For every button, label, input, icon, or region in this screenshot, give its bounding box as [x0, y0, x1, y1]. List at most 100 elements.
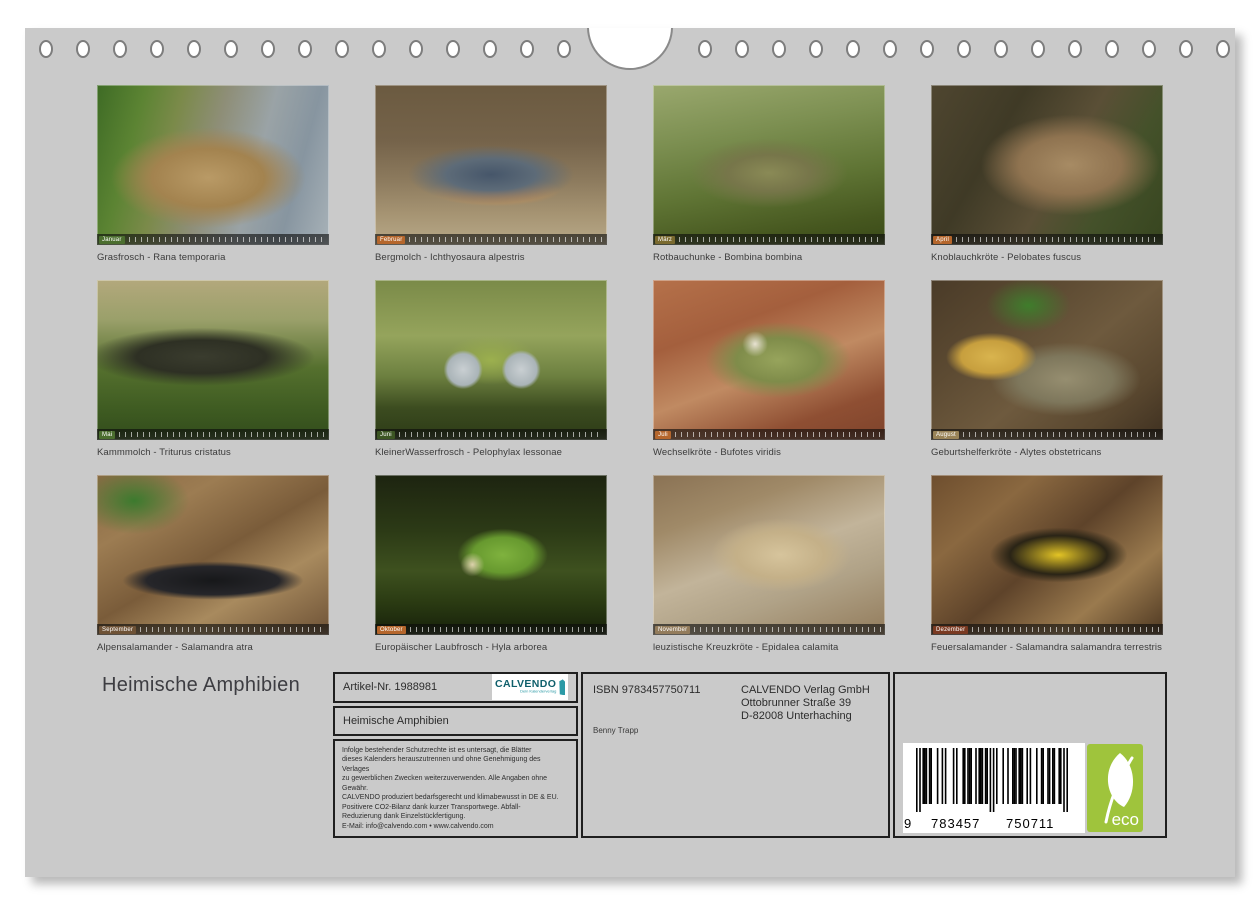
- calendar-month-thumbnail: März Rotbauchunke - Bombina bombina: [653, 85, 885, 264]
- calendar-title-box: Heimische Amphibien: [333, 706, 578, 736]
- calendar-month-thumbnail: August Geburtshelferkröte - Alytes obste…: [931, 280, 1163, 459]
- calvendo-calendar-icon: [559, 679, 565, 695]
- month-photo: Januar: [97, 85, 329, 245]
- month-label: Januar: [99, 236, 125, 244]
- binding-hole: [1068, 40, 1082, 58]
- binding-hole: [298, 40, 312, 58]
- eco-label: eco: [1112, 810, 1139, 829]
- date-ticks: [409, 237, 603, 242]
- date-ticks: [956, 237, 1159, 242]
- month-date-strip: April: [931, 234, 1163, 245]
- calendar-month-thumbnail: Februar Bergmolch - Ichthyosaura alpestr…: [375, 85, 607, 264]
- thumbnail-caption: Geburtshelferkröte - Alytes obstetricans: [931, 446, 1163, 459]
- date-ticks: [679, 237, 881, 242]
- month-label: August: [933, 431, 959, 439]
- month-label: Oktober: [377, 626, 406, 634]
- binding-hole: [1179, 40, 1193, 58]
- month-label: Februar: [377, 236, 405, 244]
- month-label: September: [99, 626, 136, 634]
- month-label: Juli: [655, 431, 671, 439]
- binding-hole: [883, 40, 897, 58]
- month-photo: Mai: [97, 280, 329, 440]
- thumbnail-caption: leuzistische Kreuzkröte - Epidalea calam…: [653, 641, 885, 654]
- thumbnail-caption: Bergmolch - Ichthyosaura alpestris: [375, 251, 607, 264]
- binding-hole: [113, 40, 127, 58]
- binding-hole: [76, 40, 90, 58]
- thumbnail-caption: Grasfrosch - Rana temporaria: [97, 251, 329, 264]
- product-info-panel: Artikel-Nr. 1988981 CALVENDO Dein Kalend…: [333, 672, 1167, 838]
- month-photo: Juni: [375, 280, 607, 440]
- calendar-month-thumbnail: November leuzistische Kreuzkröte - Epida…: [653, 475, 885, 654]
- publisher-address: CALVENDO Verlag GmbH Ottobrunner Straße …: [741, 684, 870, 723]
- hanging-notch: [587, 28, 673, 70]
- month-photo: Oktober: [375, 475, 607, 635]
- month-date-strip: Dezember: [931, 624, 1163, 635]
- binding-hole: [846, 40, 860, 58]
- thumbnail-caption: Wechselkröte - Bufotes viridis: [653, 446, 885, 459]
- ean-barcode-bars: [913, 748, 1073, 814]
- binding-hole: [735, 40, 749, 58]
- author-name: Benny Trapp: [593, 726, 638, 735]
- month-photo: Februar: [375, 85, 607, 245]
- calvendo-logo-text: CALVENDO Dein Kalenderverlag: [495, 679, 556, 695]
- month-date-strip: März: [653, 234, 885, 245]
- month-date-strip: Oktober: [375, 624, 607, 635]
- month-thumbnail-grid: Januar Grasfrosch - Rana temporaria Febr…: [97, 85, 1163, 654]
- page-title: Heimische Amphibien: [102, 674, 300, 697]
- date-ticks: [119, 432, 325, 437]
- date-ticks: [694, 627, 881, 632]
- binding-hole: [39, 40, 53, 58]
- binding-hole: [187, 40, 201, 58]
- calendar-month-thumbnail: Mai Kammmolch - Triturus cristatus: [97, 280, 329, 459]
- isbn: ISBN 9783457750711: [593, 684, 700, 696]
- binding-hole: [446, 40, 460, 58]
- calendar-back-cover-page: Januar Grasfrosch - Rana temporaria Febr…: [25, 28, 1235, 877]
- legal-notice-box: Infolge bestehender Schutzrechte ist es …: [333, 739, 578, 839]
- thumbnail-caption: Europäischer Laubfrosch - Hyla arborea: [375, 641, 607, 654]
- binding-hole: [698, 40, 712, 58]
- calendar-month-thumbnail: September Alpensalamander - Salamandra a…: [97, 475, 329, 654]
- date-ticks: [963, 432, 1159, 437]
- calvendo-logo: CALVENDO Dein Kalenderverlag: [492, 674, 568, 700]
- binding-hole: [1216, 40, 1230, 58]
- month-date-strip: September: [97, 624, 329, 635]
- month-photo: März: [653, 85, 885, 245]
- binding-hole: [372, 40, 386, 58]
- ean-digit-group: 9: [904, 816, 912, 831]
- calendar-month-thumbnail: April Knoblauchkröte - Pelobates fuscus: [931, 85, 1163, 264]
- month-label: Mai: [99, 431, 115, 439]
- thumbnail-caption: Kammmolch - Triturus cristatus: [97, 446, 329, 459]
- date-ticks: [410, 627, 603, 632]
- thumbnail-caption: KleinerWasserfrosch - Pelophylax lessona…: [375, 446, 607, 459]
- month-photo: April: [931, 85, 1163, 245]
- calendar-month-thumbnail: Juni KleinerWasserfrosch - Pelophylax le…: [375, 280, 607, 459]
- month-date-strip: August: [931, 429, 1163, 440]
- binding-hole: [1031, 40, 1045, 58]
- binding-hole: [557, 40, 571, 58]
- month-date-strip: November: [653, 624, 885, 635]
- thumbnail-caption: Rotbauchunke - Bombina bombina: [653, 251, 885, 264]
- calendar-month-thumbnail: Juli Wechselkröte - Bufotes viridis: [653, 280, 885, 459]
- calendar-title: Heimische Amphibien: [343, 715, 449, 727]
- ean-digit-group: 750711: [1006, 816, 1054, 831]
- ean-digit-group: 783457: [931, 816, 980, 831]
- thumbnail-caption: Alpensalamander - Salamandra atra: [97, 641, 329, 654]
- binding-hole: [483, 40, 497, 58]
- ean-barcode: 9 783457 750711: [903, 743, 1085, 833]
- article-number: Artikel-Nr. 1988981: [343, 681, 492, 693]
- binding-hole: [520, 40, 534, 58]
- binding-hole: [957, 40, 971, 58]
- binding-hole: [772, 40, 786, 58]
- barcode-panel: 9 783457 750711 eco: [893, 672, 1167, 838]
- article-number-box: Artikel-Nr. 1988981 CALVENDO Dein Kalend…: [333, 672, 578, 703]
- calendar-month-thumbnail: Oktober Europäischer Laubfrosch - Hyla a…: [375, 475, 607, 654]
- calendar-month-thumbnail: Januar Grasfrosch - Rana temporaria: [97, 85, 329, 264]
- eco-logo: eco: [1087, 744, 1143, 832]
- month-label: Juni: [377, 431, 395, 439]
- legal-text: Infolge bestehender Schutzrechte ist es …: [342, 746, 569, 832]
- date-ticks: [129, 237, 325, 242]
- binding-hole: [994, 40, 1008, 58]
- binding-hole: [809, 40, 823, 58]
- calendar-month-thumbnail: Dezember Feuersalamander - Salamandra sa…: [931, 475, 1163, 654]
- date-ticks: [972, 627, 1159, 632]
